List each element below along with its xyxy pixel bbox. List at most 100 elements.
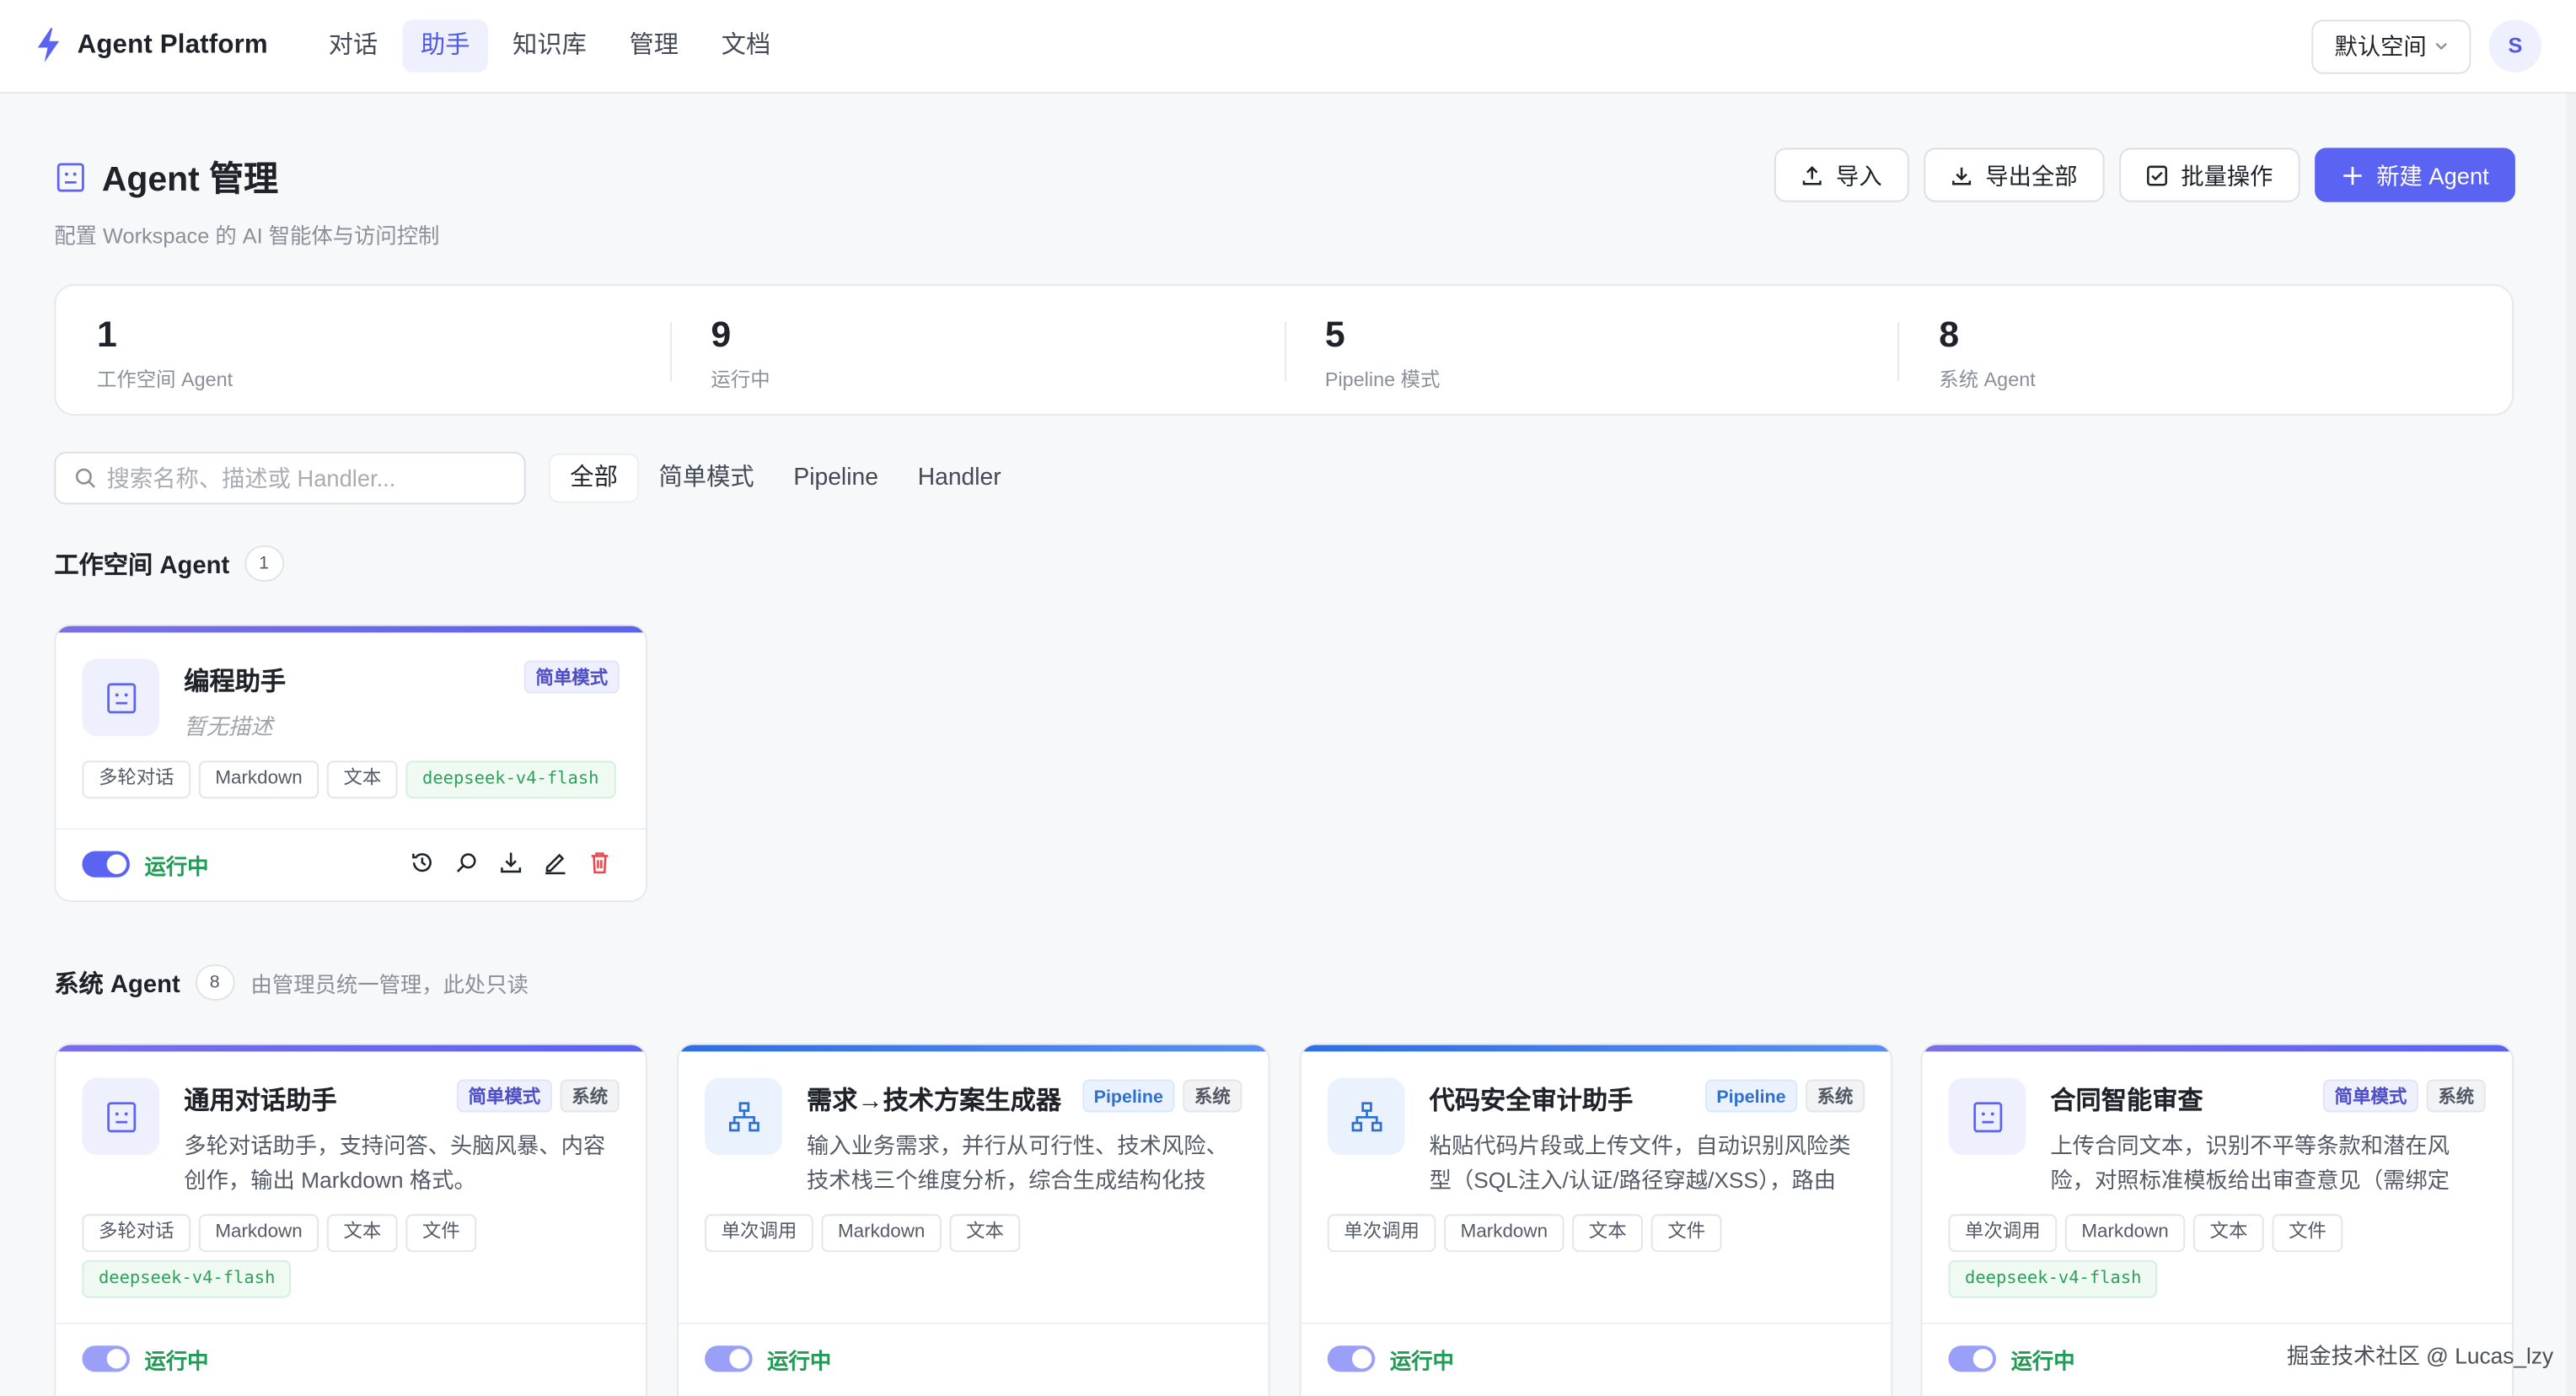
new-agent-button[interactable]: 新建 Agent [2314, 148, 2515, 202]
stats-panel: 1 工作空间 Agent 9 运行中 5 Pipeline 模式 8 系统 Ag… [54, 284, 2514, 416]
export-all-button[interactable]: 导出全部 [1923, 148, 2104, 202]
export-all-button-label: 导出全部 [1985, 161, 2078, 189]
tag: Markdown [821, 1214, 942, 1253]
agent-description: 输入业务需求，并行从可行性、技术风险、技术栈三个维度分析，综合生成结构化技术..… [806, 1133, 1228, 1193]
agent-name: 合同智能审查 [2050, 1087, 2203, 1116]
main-nav: 对话 助手 知识库 管理 文档 [310, 19, 788, 72]
agent-badges: Pipeline 系统 [1082, 1079, 1242, 1113]
filter-pipeline[interactable]: Pipeline [774, 454, 898, 502]
edit-icon[interactable] [542, 850, 568, 876]
stat-label: 工作空间 Agent [96, 368, 233, 391]
agent-tags: 多轮对话 Markdown 文本 deepseek-v4-flash [82, 760, 624, 799]
search-input[interactable] [106, 464, 502, 491]
nav-assistant[interactable]: 助手 [402, 19, 488, 72]
user-avatar[interactable]: S [2488, 19, 2542, 72]
agent-description: 粘贴代码片段或上传文件，自动识别风险类型（SQL注入/认证/路径穿越/XSS），… [1429, 1133, 1851, 1193]
search-icon[interactable] [453, 850, 480, 876]
card-footer: 运行中 [56, 1322, 646, 1395]
stat-workspace-agents: 1 工作空间 Agent [56, 286, 669, 414]
agent-avatar [82, 1077, 160, 1156]
section-title: 系统 Agent [54, 969, 180, 999]
model-tag: deepseek-v4-flash [405, 760, 615, 799]
stat-value: 8 [1939, 314, 1960, 355]
filter-handler[interactable]: Handler [898, 454, 1021, 502]
checkbox-icon [2146, 164, 2167, 185]
filter-all[interactable]: 全部 [548, 453, 640, 503]
system-badge: 系统 [2426, 1079, 2486, 1113]
tag: 文本 [2193, 1214, 2264, 1253]
page-title: Agent 管理 [54, 153, 439, 201]
status-toggle[interactable] [82, 851, 130, 878]
mode-badge: 简单模式 [2322, 1079, 2418, 1113]
delete-icon[interactable] [587, 850, 613, 876]
stat-value: 9 [711, 314, 732, 355]
agent-avatar [1948, 1077, 2026, 1156]
card-accent-bar [678, 1044, 1269, 1052]
status-toggle [1948, 1345, 1997, 1372]
tag: Markdown [198, 1214, 319, 1253]
import-button[interactable]: 导入 [1773, 148, 1908, 202]
tag: 多轮对话 [82, 1214, 191, 1253]
agent-card-general-chat[interactable]: 通用对话助手 简单模式 系统 多轮对话助手，支持问答、头脑风暴、内容创作，输出 … [54, 1043, 647, 1396]
card-accent-bar [56, 626, 646, 633]
brand-logo[interactable]: Agent Platform [35, 28, 268, 63]
status-text: 运行中 [144, 854, 209, 879]
card-accent-bar [56, 1044, 646, 1052]
batch-operation-button[interactable]: 批量操作 [2118, 148, 2300, 202]
status-toggle [82, 1345, 130, 1372]
robot-icon [106, 682, 136, 713]
nav-docs[interactable]: 文档 [703, 19, 788, 72]
page-header: Agent 管理 配置 Workspace 的 AI 智能体与访问控制 [54, 153, 439, 250]
agent-description: 上传合同文本，识别不平等条款和潜在风险，对照标准模板给出审查意见（需绑定合... [2050, 1133, 2450, 1193]
header-actions: 导入 导出全部 批量操作 新建 Agent [1773, 148, 2515, 202]
lightning-icon [37, 28, 60, 63]
mode-badge: 简单模式 [456, 1079, 552, 1113]
scrollbar[interactable] [2566, 94, 2576, 1396]
agent-tags: 单次调用 Markdown 文本 文件 deepseek-v4-flash [1948, 1214, 2491, 1298]
robot-icon [56, 163, 84, 192]
nav-chat[interactable]: 对话 [310, 19, 395, 72]
agent-name: 通用对话助手 [184, 1087, 337, 1116]
card-accent-bar [1922, 1044, 2513, 1052]
page-title-text: Agent 管理 [101, 161, 279, 199]
status-text: 运行中 [767, 1349, 832, 1374]
agent-tags: 单次调用 Markdown 文本 文件 [1327, 1214, 1870, 1253]
search-icon [75, 468, 95, 488]
workspace-section-header: 工作空间 Agent 1 [54, 545, 284, 582]
download-icon[interactable] [498, 850, 524, 876]
agent-card-requirement-to-tech-plan[interactable]: 需求→技术方案生成器 Pipeline 系统 输入业务需求，并行从可行性、技术风… [676, 1043, 1270, 1396]
card-footer: 运行中 [678, 1322, 1269, 1395]
agent-description: 暂无描述 [184, 714, 273, 740]
agent-tags: 多轮对话 Markdown 文本 文件 deepseek-v4-flash [82, 1214, 624, 1298]
filter-simple[interactable]: 简单模式 [639, 454, 774, 502]
tag: 单次调用 [705, 1214, 813, 1253]
status-toggle [705, 1345, 753, 1372]
agent-card-code-security-audit[interactable]: 代码安全审计助手 Pipeline 系统 粘贴代码片段或上传文件，自动识别风险类… [1299, 1043, 1893, 1396]
tag: 文本 [949, 1214, 1021, 1253]
mode-badge: Pipeline [1082, 1079, 1175, 1113]
agent-card-coding[interactable]: 编程助手 简单模式 暂无描述 多轮对话 Markdown 文本 deepseek… [54, 624, 647, 903]
workspace-select[interactable]: 默认空间 [2311, 19, 2471, 74]
system-section-header: 系统 Agent 8 由管理员统一管理，此处只读 [54, 964, 529, 1001]
card-footer: 运行中 [56, 828, 646, 900]
workspace-select-value: 默认空间 [2334, 32, 2427, 60]
nav-admin[interactable]: 管理 [611, 19, 696, 72]
plus-icon [2343, 165, 2361, 185]
search-box [54, 451, 526, 505]
system-badge: 系统 [1805, 1079, 1865, 1113]
robot-icon [106, 1101, 136, 1132]
watermark: 掘金技术社区 @ Lucas_lzy [2287, 1344, 2554, 1369]
tag: 文本 [1572, 1214, 1644, 1253]
new-agent-button-label: 新建 Agent [2376, 161, 2489, 189]
system-badge: 系统 [560, 1079, 620, 1113]
agent-badges: 简单模式 系统 [2322, 1079, 2486, 1113]
history-icon[interactable] [409, 850, 435, 876]
model-tag: deepseek-v4-flash [82, 1259, 292, 1298]
tag: 单次调用 [1948, 1214, 2058, 1253]
brand-name: Agent Platform [77, 30, 268, 59]
mode-badge: Pipeline [1704, 1079, 1798, 1113]
chevron-down-icon [2435, 42, 2447, 51]
hierarchy-icon [1350, 1101, 1382, 1131]
agent-description: 多轮对话助手，支持问答、头脑风暴、内容创作，输出 Markdown 格式。 [184, 1133, 606, 1193]
nav-knowledge[interactable]: 知识库 [495, 19, 605, 72]
